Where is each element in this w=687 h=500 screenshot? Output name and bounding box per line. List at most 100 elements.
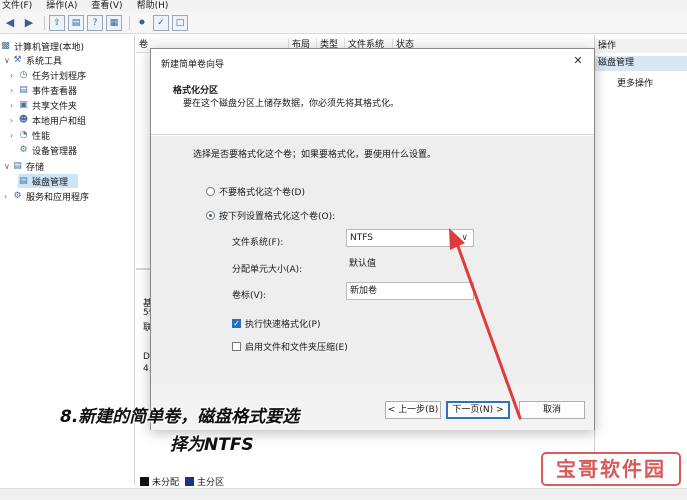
help-icon[interactable]: ? — [87, 14, 103, 31]
up-folder-icon[interactable]: ⇧ — [49, 14, 65, 31]
chevron-down-icon[interactable]: ∨ — [461, 230, 468, 246]
event-log-icon: ▤ — [19, 85, 28, 95]
tree-item-label: 共享文件夹 — [32, 101, 78, 112]
tools-icon: ⚒ — [13, 55, 22, 65]
filesystem-select[interactable]: NTFS ∨ — [346, 229, 474, 247]
checklist-icon[interactable]: ✓ — [153, 14, 169, 31]
disk-legend: 未分配 主分区 — [136, 474, 224, 488]
toolbar: ◀ ▶ ⇧ ▤ ? ▦ ⚫ ✓ □ — [0, 12, 687, 34]
radio-button-icon[interactable] — [206, 187, 215, 196]
radio-format[interactable]: 按下列设置格式化这个卷(O): — [206, 209, 335, 222]
quick-format-label: 执行快速格式化(P) — [245, 320, 321, 330]
key-icon[interactable]: ⚫ — [134, 15, 150, 31]
allocation-unit-select[interactable]: 默认值 — [346, 256, 474, 274]
chevron-right-icon[interactable]: › — [10, 86, 18, 95]
wizard-header: 格式化分区 要在这个磁盘分区上储存数据，你必须先将其格式化。 — [151, 75, 594, 135]
instruction-text: 选择是否要格式化这个卷；如果要格式化，要使用什么设置。 — [193, 150, 437, 160]
caption-line-2: 择为NTFS — [170, 435, 254, 455]
watermark-logo: 宝哥软件园 — [541, 452, 681, 486]
clock-icon: ◷ — [19, 70, 28, 80]
tree-item-event-viewer[interactable]: › ▤ 事件查看器 — [10, 83, 77, 97]
volume-label-input[interactable]: 新加卷 — [346, 282, 474, 300]
toolbar-separator — [44, 15, 45, 30]
actions-disk-management[interactable]: 磁盘管理 — [595, 56, 687, 71]
menu-help[interactable]: 帮助(H) — [137, 0, 169, 12]
tree-root[interactable]: ▩ 计算机管理(本地) — [0, 39, 84, 53]
volume-label-label: 卷标(V): — [232, 291, 267, 301]
chevron-down-icon[interactable]: ∨ — [4, 56, 12, 65]
unallocated-swatch — [140, 476, 149, 486]
section-description: 要在这个磁盘分区上储存数据，你必须先将其格式化。 — [183, 99, 400, 109]
tree-root-label: 计算机管理(本地) — [14, 42, 85, 53]
back-button[interactable]: < 上一步(B) — [385, 401, 441, 419]
back-arrow-icon[interactable]: ◀ — [2, 15, 18, 31]
filesystem-label: 文件系统(F): — [232, 238, 284, 248]
dialog-title: 新建简单卷向导 — [161, 60, 225, 70]
radio-button-selected-icon[interactable] — [206, 211, 215, 220]
chevron-right-icon[interactable]: › — [10, 116, 18, 125]
disk-icon: ▤ — [19, 176, 28, 186]
legend-label: 未分配 — [152, 477, 180, 488]
tree-system-tools[interactable]: ∨ ⚒ 系统工具 — [4, 53, 62, 67]
tree-item-label: 任务计划程序 — [32, 71, 87, 82]
forward-arrow-icon[interactable]: ▶ — [21, 15, 37, 31]
menu-view[interactable]: 查看(V) — [91, 0, 122, 12]
tree-item-local-users[interactable]: › ☻ 本地用户和组 — [10, 113, 86, 127]
toolbar-separator — [129, 15, 130, 30]
chevron-down-icon[interactable]: ∨ — [4, 162, 12, 171]
menu-file[interactable]: 文件(F) — [2, 0, 32, 12]
primary-partition-swatch — [185, 476, 195, 486]
console-tree-icon[interactable]: ▤ — [68, 14, 84, 31]
chevron-right-icon[interactable]: › — [10, 101, 18, 110]
next-button[interactable]: 下一页(N) > — [446, 401, 510, 419]
new-simple-volume-wizard: 新建简单卷向导 ✕ 格式化分区 要在这个磁盘分区上储存数据，你必须先将其格式化。… — [150, 48, 595, 430]
tree-item-label: 事件查看器 — [32, 86, 78, 97]
tree-item-disk-management[interactable]: ▤ 磁盘管理 — [18, 174, 78, 188]
tree-item-label: 性能 — [32, 131, 51, 142]
tree-item-label: 设备管理器 — [32, 146, 78, 157]
tree-item-device-manager[interactable]: ⚙ 设备管理器 — [18, 143, 77, 157]
checkbox-checked-icon[interactable]: ✓ — [232, 319, 241, 328]
cancel-button[interactable]: 取消 — [519, 401, 585, 419]
storage-icon: ▤ — [13, 161, 22, 171]
device-manager-icon: ⚙ — [19, 145, 28, 155]
computer-icon: ▩ — [1, 41, 10, 51]
checkbox-icon[interactable] — [232, 342, 241, 351]
radio-format-label: 按下列设置格式化这个卷(O): — [219, 212, 336, 222]
actions-pane: 操作 磁盘管理 更多操作 — [594, 35, 687, 485]
horizontal-scrollbar[interactable] — [0, 488, 687, 500]
allocation-unit-label: 分配单元大小(A): — [232, 265, 303, 275]
tree-item-shared-folders[interactable]: › ▣ 共享文件夹 — [10, 98, 77, 112]
tree-item-task-scheduler[interactable]: › ◷ 任务计划程序 — [10, 68, 86, 82]
compression-label: 启用文件和文件夹压缩(E) — [245, 343, 348, 353]
quick-format-checkbox[interactable]: ✓ 执行快速格式化(P) — [232, 317, 320, 330]
tree-item-label: 磁盘管理 — [32, 177, 69, 188]
tree-storage-label: 存储 — [26, 162, 45, 173]
chevron-right-icon[interactable]: › — [10, 131, 18, 140]
properties-icon[interactable]: ▦ — [106, 14, 122, 31]
wizard-body: 选择是否要格式化这个卷；如果要格式化，要使用什么设置。 不要格式化这个卷(D) … — [151, 136, 594, 384]
panel-icon[interactable]: □ — [172, 14, 188, 31]
tree-system-tools-label: 系统工具 — [26, 56, 63, 67]
actions-header: 操作 — [595, 39, 687, 53]
menu-action[interactable]: 操作(A) — [46, 0, 77, 12]
radio-no-format-label: 不要格式化这个卷(D) — [219, 188, 305, 198]
users-icon: ☻ — [18, 115, 29, 125]
performance-icon: ◔ — [19, 130, 28, 140]
compression-checkbox[interactable]: 启用文件和文件夹压缩(E) — [232, 340, 348, 353]
tree-item-performance[interactable]: › ◔ 性能 — [10, 128, 50, 142]
legend-label: 主分区 — [197, 477, 225, 488]
more-actions-link[interactable]: 更多操作 — [617, 76, 653, 89]
chevron-right-icon[interactable]: › — [10, 71, 18, 80]
dialog-title-bar: 新建简单卷向导 ✕ — [151, 49, 594, 75]
services-icon: ⚙ — [13, 191, 22, 201]
close-icon[interactable]: ✕ — [570, 53, 586, 69]
tree-services[interactable]: › ⚙ 服务和应用程序 — [4, 189, 89, 203]
filesystem-value: NTFS — [350, 233, 373, 243]
caption-line-1: 8.新建的简单卷，磁盘格式要选 — [60, 407, 300, 427]
radio-no-format[interactable]: 不要格式化这个卷(D) — [206, 185, 305, 198]
menu-bar: 文件(F) 操作(A) 查看(V) 帮助(H) — [0, 0, 687, 12]
tree-item-label: 本地用户和组 — [32, 116, 87, 127]
chevron-right-icon[interactable]: › — [4, 192, 12, 201]
tree-storage[interactable]: ∨ ▤ 存储 — [4, 159, 44, 173]
